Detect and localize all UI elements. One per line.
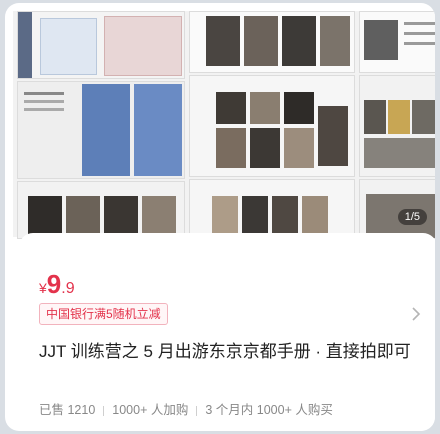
price-decimal: .9 bbox=[61, 280, 75, 297]
gallery-image-people-1 bbox=[17, 181, 185, 239]
gallery-image-map bbox=[17, 11, 185, 79]
product-title[interactable]: JJT 训练营之 5 月出游东京京都手册 · 直接拍即可 bbox=[39, 339, 429, 364]
image-gallery[interactable]: 1/5 bbox=[13, 11, 435, 239]
chevron-right-icon[interactable] bbox=[411, 307, 421, 326]
cart-count: 1000+ 人加购 bbox=[112, 403, 189, 417]
product-card[interactable]: 1/5 ¥9.9 中国银行满5随机立减 JJT 训练营之 5 月出游东京京都手册… bbox=[5, 3, 435, 431]
promo-tag[interactable]: 中国银行满5随机立减 bbox=[39, 303, 168, 325]
product-info[interactable]: ¥9.9 中国银行满5随机立减 JJT 训练营之 5 月出游东京京都手册 · 直… bbox=[19, 233, 435, 431]
divider bbox=[103, 405, 105, 416]
gallery-page-counter: 1/5 bbox=[397, 209, 427, 225]
gallery-image-people-2 bbox=[189, 179, 355, 239]
price-integer: 9 bbox=[46, 269, 62, 299]
gallery-image-text bbox=[359, 11, 435, 73]
gallery-image-photos-1 bbox=[189, 11, 355, 73]
gallery-image-collage bbox=[189, 75, 355, 177]
price: ¥9.9 bbox=[39, 269, 75, 300]
gallery-image-weather bbox=[17, 81, 185, 179]
gallery-image-street bbox=[359, 75, 435, 177]
gallery-image-photos-2 bbox=[359, 179, 435, 239]
sold-count: 已售 1210 bbox=[39, 403, 96, 417]
sales-stats: 已售 1210 1000+ 人加购 3 个月内 1000+ 人购买 bbox=[39, 399, 333, 418]
recent-purchases: 3 个月内 1000+ 人购买 bbox=[205, 403, 333, 417]
currency-symbol: ¥ bbox=[39, 280, 47, 296]
divider bbox=[196, 405, 198, 416]
